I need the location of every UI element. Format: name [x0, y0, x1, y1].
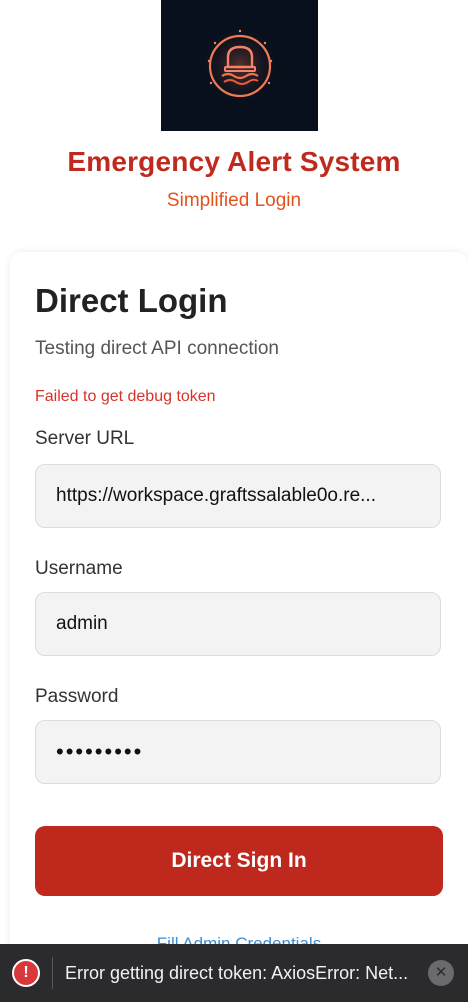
app-subtitle: Simplified Login [166, 190, 302, 211]
password-input[interactable]: ••••••••• [35, 720, 441, 784]
username-label: Username [35, 558, 123, 579]
login-card: Direct Login Testing direct API connecti… [10, 252, 468, 972]
close-icon[interactable]: ✕ [428, 960, 454, 986]
error-message: Failed to get debug token [35, 388, 216, 405]
password-label: Password [35, 686, 119, 707]
card-title: Direct Login [35, 282, 228, 319]
username-input[interactable]: admin [35, 592, 441, 656]
app-logo [161, 0, 318, 131]
direct-sign-in-button[interactable]: Direct Sign In [35, 826, 443, 896]
alarm-beacon-icon [197, 23, 282, 108]
toast-message: Error getting direct token: AxiosError: … [65, 962, 409, 983]
toast-divider [52, 957, 53, 989]
login-screen: Emergency Alert System Simplified Login … [0, 0, 468, 1002]
card-subtitle: Testing direct API connection [35, 338, 279, 359]
server-url-label: Server URL [35, 428, 135, 449]
server-url-input[interactable]: https://workspace.graftssalable0o.re... [35, 464, 441, 528]
error-toast[interactable]: ! Error getting direct token: AxiosError… [0, 944, 468, 1002]
app-title: Emergency Alert System [67, 146, 401, 177]
error-circle-icon: ! [12, 959, 40, 987]
